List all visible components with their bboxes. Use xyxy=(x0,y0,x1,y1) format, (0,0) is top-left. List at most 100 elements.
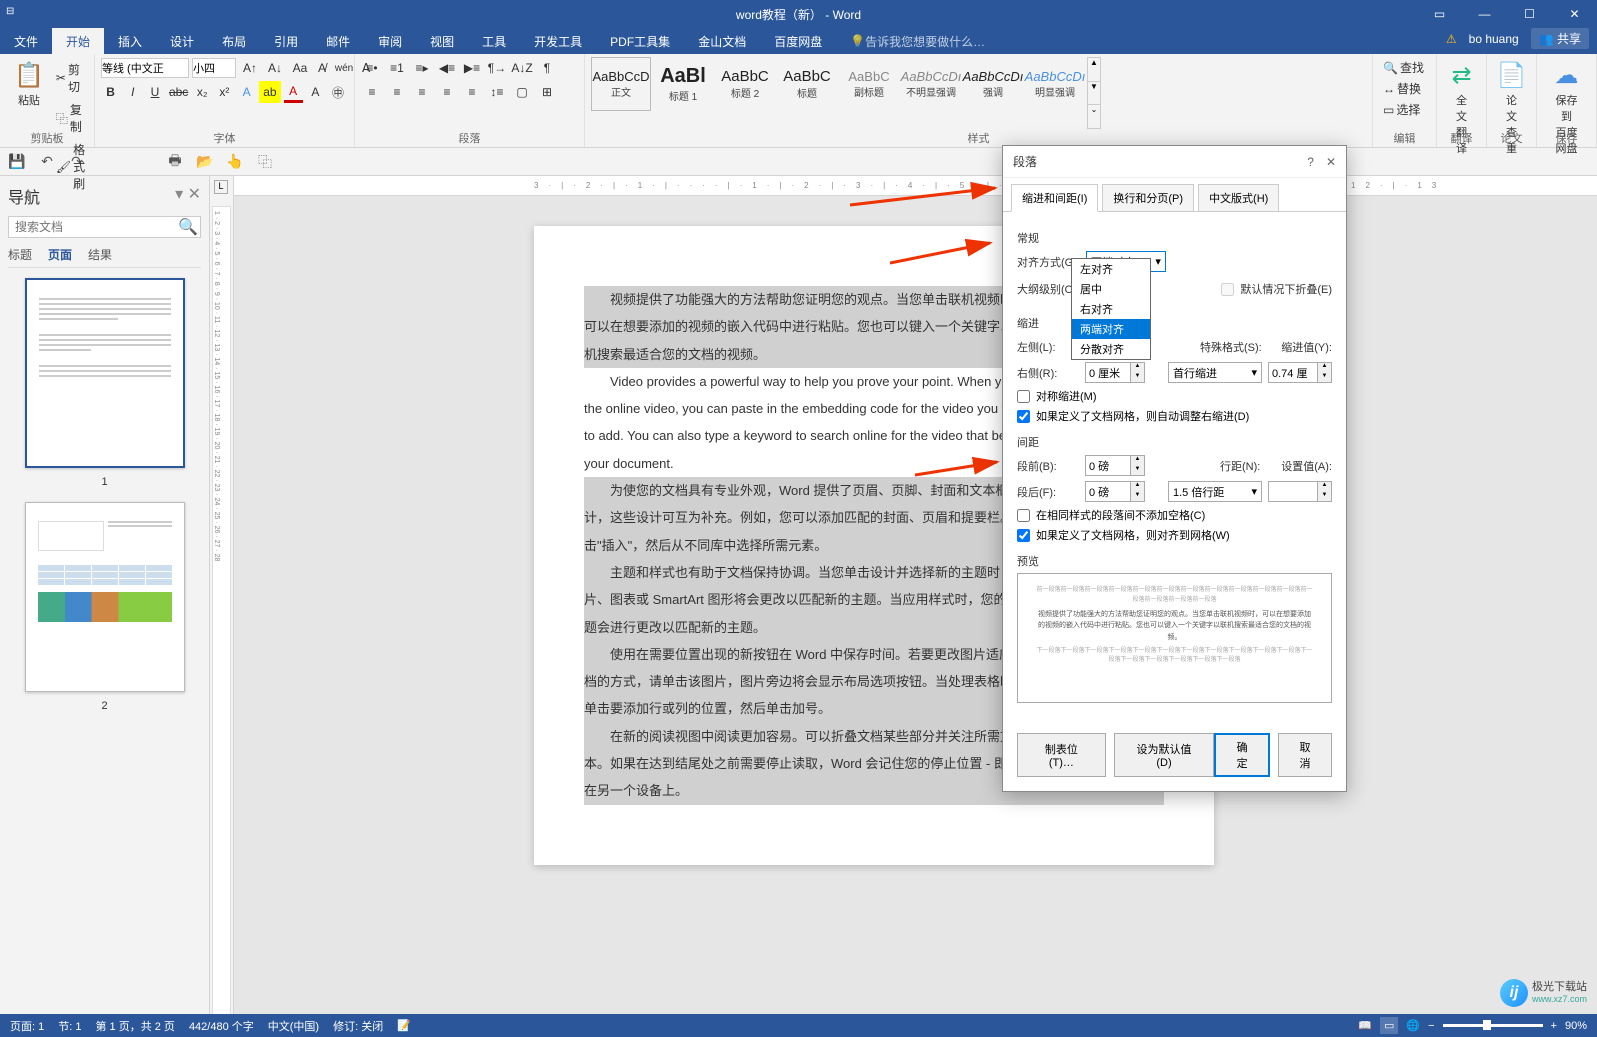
dialog-help-icon[interactable]: ? xyxy=(1307,155,1314,169)
align-left-button[interactable]: ≡ xyxy=(361,81,383,103)
tab-design[interactable]: 设计 xyxy=(156,28,208,54)
tab-selector[interactable]: L xyxy=(214,180,228,194)
tabs-button[interactable]: 制表位(T)… xyxy=(1017,733,1106,777)
maximize-icon[interactable]: ☐ xyxy=(1507,0,1552,28)
mirror-indent-checkbox[interactable] xyxy=(1017,390,1030,403)
show-marks-button[interactable]: ¶ xyxy=(536,57,558,79)
page-thumbnail-2[interactable] xyxy=(25,502,185,692)
numbering-button[interactable]: ≡1 xyxy=(386,57,408,79)
line-spacing-button[interactable]: ↕≡ xyxy=(486,81,508,103)
qat-print-button[interactable]: 🖶 xyxy=(164,151,186,173)
tab-layout[interactable]: 布局 xyxy=(208,28,260,54)
indent-right-spinner[interactable]: ▲▼ xyxy=(1085,362,1145,383)
nav-tab-pages[interactable]: 页面 xyxy=(48,246,72,263)
view-read-icon[interactable]: 📖 xyxy=(1358,1019,1372,1032)
decrease-indent-button[interactable]: ◀≡ xyxy=(436,57,458,79)
dialog-titlebar[interactable]: 段落 ? ✕ xyxy=(1003,146,1346,178)
tab-home[interactable]: 开始 xyxy=(52,28,104,54)
zoom-level[interactable]: 90% xyxy=(1565,1020,1587,1032)
nav-tab-headings[interactable]: 标题 xyxy=(8,246,32,263)
dialog-tab-indent[interactable]: 缩进和间距(I) xyxy=(1011,184,1098,212)
page-thumbnail-1[interactable] xyxy=(25,278,185,468)
qat-extra-button[interactable]: ⿻ xyxy=(254,151,276,173)
horizontal-ruler[interactable]: 3·|·2·|·1·|····|·1·|·2·|·3·|·4·|·5·|·6·|… xyxy=(234,176,1597,196)
styles-down-button[interactable]: ▼ xyxy=(1088,81,1100,105)
tell-me-input[interactable]: 💡 告诉我您想要做什么… xyxy=(836,28,999,54)
set-default-button[interactable]: 设为默认值(D) xyxy=(1114,733,1214,777)
autosave-icon[interactable]: ⊟ xyxy=(6,6,22,22)
grow-font-button[interactable]: A↑ xyxy=(239,57,261,79)
underline-button[interactable]: U xyxy=(145,81,164,103)
align-center-button[interactable]: ≡ xyxy=(386,81,408,103)
zoom-in-button[interactable]: + xyxy=(1551,1020,1557,1032)
special-combo[interactable]: 首行缩进▾ xyxy=(1168,362,1262,383)
font-color-button[interactable]: A xyxy=(284,81,303,103)
styles-more-button[interactable]: ⌄ xyxy=(1088,104,1100,128)
align-right-button[interactable]: ≡ xyxy=(411,81,433,103)
dialog-close-icon[interactable]: ✕ xyxy=(1326,155,1336,169)
clear-format-button[interactable]: A̸ xyxy=(314,57,330,79)
find-button[interactable]: 🔍查找 xyxy=(1379,57,1430,78)
nav-tab-results[interactable]: 结果 xyxy=(88,246,112,263)
sort-button[interactable]: A↓Z xyxy=(511,57,533,79)
justify-button[interactable]: ≡ xyxy=(436,81,458,103)
enclose-button[interactable]: ㊥ xyxy=(328,81,348,103)
tab-file[interactable]: 文件 xyxy=(0,28,52,54)
snap-grid-checkbox[interactable] xyxy=(1017,529,1030,542)
vertical-ruler[interactable]: L 1 · 2 · 3 · 4 · 5 · 6 · 7 · 8 · 9 · 10… xyxy=(210,176,234,1020)
close-icon[interactable]: ✕ xyxy=(1552,0,1597,28)
nav-search[interactable]: 🔍 xyxy=(8,216,201,238)
bullets-button[interactable]: ≡• xyxy=(361,57,383,79)
distribute-button[interactable]: ≡ xyxy=(461,81,483,103)
tab-view[interactable]: 视图 xyxy=(416,28,468,54)
space-after-spinner[interactable]: ▲▼ xyxy=(1085,481,1145,502)
zoom-slider[interactable] xyxy=(1443,1024,1543,1027)
view-print-icon[interactable]: ▭ xyxy=(1380,1017,1398,1034)
bold-button[interactable]: B xyxy=(101,81,120,103)
shading-button[interactable]: ▢ xyxy=(511,81,533,103)
nav-search-input[interactable] xyxy=(9,217,176,237)
superscript-button[interactable]: x² xyxy=(215,81,234,103)
styles-up-button[interactable]: ▲ xyxy=(1088,58,1100,81)
zoom-out-button[interactable]: − xyxy=(1428,1020,1434,1032)
style-subtitle[interactable]: AaBbC副标题 xyxy=(839,57,899,111)
style-normal[interactable]: AaBbCcD正文 xyxy=(591,57,651,111)
highlight-button[interactable]: ab xyxy=(259,81,280,103)
status-page-of[interactable]: 第 1 页，共 2 页 xyxy=(95,1018,174,1034)
borders-button[interactable]: ⊞ xyxy=(536,81,558,103)
cancel-button[interactable]: 取消 xyxy=(1278,733,1332,777)
indent-by-spinner[interactable]: ▲▼ xyxy=(1268,362,1332,383)
change-case-button[interactable]: Aa xyxy=(289,57,311,79)
ok-button[interactable]: 确定 xyxy=(1214,733,1270,777)
align-option-justify[interactable]: 两端对齐 xyxy=(1072,319,1150,339)
status-words[interactable]: 442/480 个字 xyxy=(189,1018,254,1034)
italic-button[interactable]: I xyxy=(123,81,142,103)
tab-developer[interactable]: 开发工具 xyxy=(520,28,596,54)
format-painter-button[interactable]: 🖌格式刷 xyxy=(52,139,89,194)
cut-button[interactable]: ✂剪切 xyxy=(52,59,89,97)
search-icon[interactable]: 🔍 xyxy=(176,217,200,237)
space-before-spinner[interactable]: ▲▼ xyxy=(1085,455,1145,476)
paste-button[interactable]: 📋 粘贴 xyxy=(6,57,52,129)
at-value-spinner[interactable]: ▲▼ xyxy=(1268,481,1332,502)
status-page[interactable]: 页面: 1 xyxy=(10,1018,44,1034)
no-space-checkbox[interactable] xyxy=(1017,509,1030,522)
tab-baidu[interactable]: 百度网盘 xyxy=(760,28,836,54)
nav-close-icon[interactable]: ▾ ✕ xyxy=(175,184,201,208)
share-button[interactable]: 👥 共享 xyxy=(1531,28,1589,49)
strike-button[interactable]: abc xyxy=(168,81,190,103)
dialog-tab-linebreak[interactable]: 换行和分页(P) xyxy=(1102,184,1194,211)
qat-touch-button[interactable]: 👆 xyxy=(224,151,246,173)
replace-button[interactable]: ↔替换 xyxy=(1379,78,1430,99)
style-title[interactable]: AaBbC标题 xyxy=(777,57,837,111)
minimize-icon[interactable]: — xyxy=(1462,0,1507,28)
style-intense-emphasis[interactable]: AaBbCcDı明显强调 xyxy=(1025,57,1085,111)
qat-open-button[interactable]: 📂 xyxy=(194,151,216,173)
style-h2[interactable]: AaBbC标题 2 xyxy=(715,57,775,111)
tab-insert[interactable]: 插入 xyxy=(104,28,156,54)
align-option-right[interactable]: 右对齐 xyxy=(1072,299,1150,319)
auto-right-indent-checkbox[interactable] xyxy=(1017,410,1030,423)
style-subtle-emphasis[interactable]: AaBbCcDı不明显强调 xyxy=(901,57,961,111)
align-option-distribute[interactable]: 分散对齐 xyxy=(1072,339,1150,359)
ltr-button[interactable]: ¶→ xyxy=(486,57,508,79)
